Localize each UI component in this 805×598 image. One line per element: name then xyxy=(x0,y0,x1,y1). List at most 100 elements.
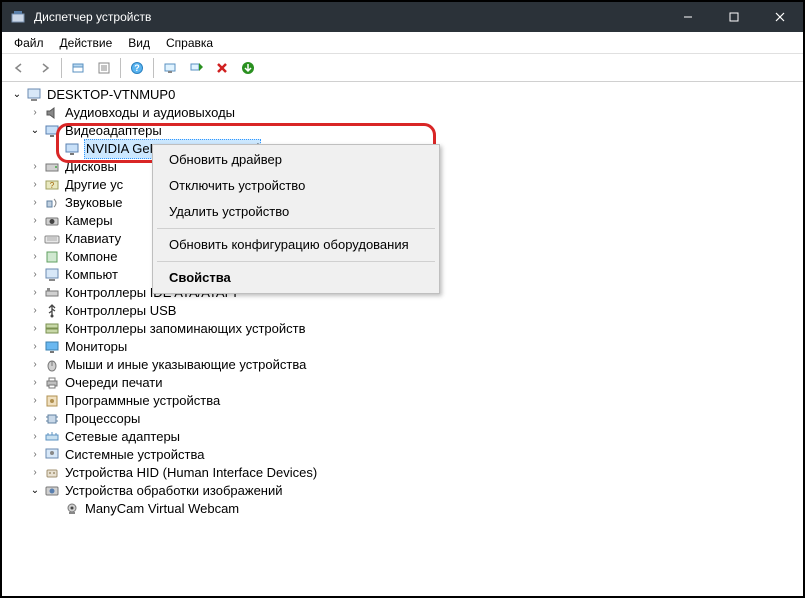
expander-icon[interactable]: › xyxy=(28,214,42,228)
tree-node[interactable]: › Устройства HID (Human Interface Devices… xyxy=(4,464,801,482)
menu-view[interactable]: Вид xyxy=(120,34,158,52)
menu-file[interactable]: Файл xyxy=(6,34,52,52)
tree-leaf-label: ManyCam Virtual Webcam xyxy=(84,500,240,518)
maximize-button[interactable] xyxy=(711,2,757,32)
category-icon xyxy=(44,375,60,391)
ctx-properties[interactable]: Свойства xyxy=(155,265,437,291)
tree-node[interactable]: ⌄ Устройства обработки изображений xyxy=(4,482,801,500)
expander-spacer xyxy=(48,502,62,516)
category-icon xyxy=(44,483,60,499)
category-icon xyxy=(44,231,60,247)
download-button[interactable] xyxy=(236,56,260,80)
ctx-separator xyxy=(157,228,435,229)
expander-icon[interactable]: › xyxy=(28,376,42,390)
tree-node[interactable]: › Сетевые адаптеры xyxy=(4,428,801,446)
tree-node[interactable]: › Контроллеры запоминающих устройств xyxy=(4,320,801,338)
tree-node-label: Компоне xyxy=(64,248,118,266)
expander-icon[interactable]: › xyxy=(28,412,42,426)
toolbar: ? xyxy=(2,54,803,82)
category-icon xyxy=(44,249,60,265)
tree-node[interactable]: ›Процессоры xyxy=(4,410,801,428)
up-tree-button[interactable] xyxy=(66,56,90,80)
window-title: Диспетчер устройств xyxy=(34,10,665,24)
expander-icon[interactable]: › xyxy=(28,466,42,480)
app-icon xyxy=(10,9,26,25)
tree-node-label: Программные устройства xyxy=(64,392,221,410)
tree-node-label: Звуковые xyxy=(64,194,124,212)
tree-node[interactable]: ⌄ Видеоадаптеры xyxy=(4,122,801,140)
tree-node-label: Мыши и иные указывающие устройства xyxy=(64,356,307,374)
expander-icon[interactable]: › xyxy=(28,232,42,246)
minimize-button[interactable] xyxy=(665,2,711,32)
expander-icon[interactable]: › xyxy=(28,304,42,318)
expander-icon[interactable]: › xyxy=(28,340,42,354)
tree-node-label: Контроллеры запоминающих устройств xyxy=(64,320,306,338)
properties-button[interactable] xyxy=(92,56,116,80)
ctx-update-driver[interactable]: Обновить драйвер xyxy=(155,147,437,173)
expander-icon[interactable]: › xyxy=(28,160,42,174)
device-icon xyxy=(64,501,80,517)
expander-spacer xyxy=(48,142,62,156)
ctx-remove-device[interactable]: Удалить устройство xyxy=(155,199,437,225)
category-icon xyxy=(44,447,60,463)
expander-icon[interactable]: › xyxy=(28,268,42,282)
expander-icon[interactable]: › xyxy=(28,358,42,372)
tree-root[interactable]: ⌄ DESKTOP-VTNMUP0 xyxy=(4,86,801,104)
tree-node-label: Устройства HID (Human Interface Devices) xyxy=(64,464,318,482)
tree-node[interactable]: › Очереди печати xyxy=(4,374,801,392)
menu-help[interactable]: Справка xyxy=(158,34,221,52)
tree-node[interactable]: › Контроллеры USB xyxy=(4,302,801,320)
category-icon xyxy=(44,105,60,121)
ctx-scan-hardware[interactable]: Обновить конфигурацию оборудования xyxy=(155,232,437,258)
scan-hardware-button[interactable] xyxy=(158,56,182,80)
expander-icon[interactable]: › xyxy=(28,286,42,300)
tree-node-label: Сетевые адаптеры xyxy=(64,428,181,446)
tree-node[interactable]: ›Системные устройства xyxy=(4,446,801,464)
category-icon xyxy=(44,213,60,229)
forward-button[interactable] xyxy=(33,56,57,80)
computer-icon xyxy=(26,87,42,103)
expander-icon[interactable]: › xyxy=(28,322,42,336)
ctx-disable-device[interactable]: Отключить устройство xyxy=(155,173,437,199)
category-icon xyxy=(44,393,60,409)
category-icon xyxy=(44,285,60,301)
tree-leaf[interactable]: ManyCam Virtual Webcam xyxy=(4,500,801,518)
expander-icon[interactable]: ⌄ xyxy=(28,484,42,498)
category-icon xyxy=(44,357,60,373)
add-hardware-button[interactable] xyxy=(184,56,208,80)
tree-node-label: Видеоадаптеры xyxy=(64,122,163,140)
expander-icon[interactable]: › xyxy=(28,394,42,408)
ctx-separator xyxy=(157,261,435,262)
expander-icon[interactable]: › xyxy=(28,106,42,120)
tree-node-label: Устройства обработки изображений xyxy=(64,482,284,500)
menubar: Файл Действие Вид Справка xyxy=(2,32,803,54)
expander-icon[interactable]: › xyxy=(28,178,42,192)
svg-text:?: ? xyxy=(50,181,55,190)
category-icon xyxy=(44,321,60,337)
expander-icon[interactable]: › xyxy=(28,430,42,444)
tree-node[interactable]: ›Мониторы xyxy=(4,338,801,356)
tree-node-label: Очереди печати xyxy=(64,374,164,392)
tree-node[interactable]: ›Аудиовходы и аудиовыходы xyxy=(4,104,801,122)
tree-node-label: Контроллеры USB xyxy=(64,302,177,320)
tree-node[interactable]: › Мыши и иные указывающие устройства xyxy=(4,356,801,374)
tree-node[interactable]: › Программные устройства xyxy=(4,392,801,410)
tree-node-label: Другие ус xyxy=(64,176,124,194)
tree-node-label: Клавиату xyxy=(64,230,122,248)
expander-icon[interactable]: › xyxy=(28,448,42,462)
remove-button[interactable] xyxy=(210,56,234,80)
menu-action[interactable]: Действие xyxy=(52,34,121,52)
category-icon xyxy=(44,123,60,139)
close-button[interactable] xyxy=(757,2,803,32)
expander-icon[interactable]: ⌄ xyxy=(28,124,42,138)
expander-icon[interactable]: › xyxy=(28,250,42,264)
expander-icon[interactable]: ⌄ xyxy=(10,88,24,102)
svg-text:?: ? xyxy=(134,63,140,73)
category-icon xyxy=(44,159,60,175)
expander-icon[interactable]: › xyxy=(28,196,42,210)
tree-node-label: Дисковы xyxy=(64,158,118,176)
device-tree[interactable]: ⌄ DESKTOP-VTNMUP0 ›Аудиовходы и аудиовых… xyxy=(2,82,803,594)
back-button[interactable] xyxy=(7,56,31,80)
help-button[interactable]: ? xyxy=(125,56,149,80)
category-icon: ? xyxy=(44,177,60,193)
